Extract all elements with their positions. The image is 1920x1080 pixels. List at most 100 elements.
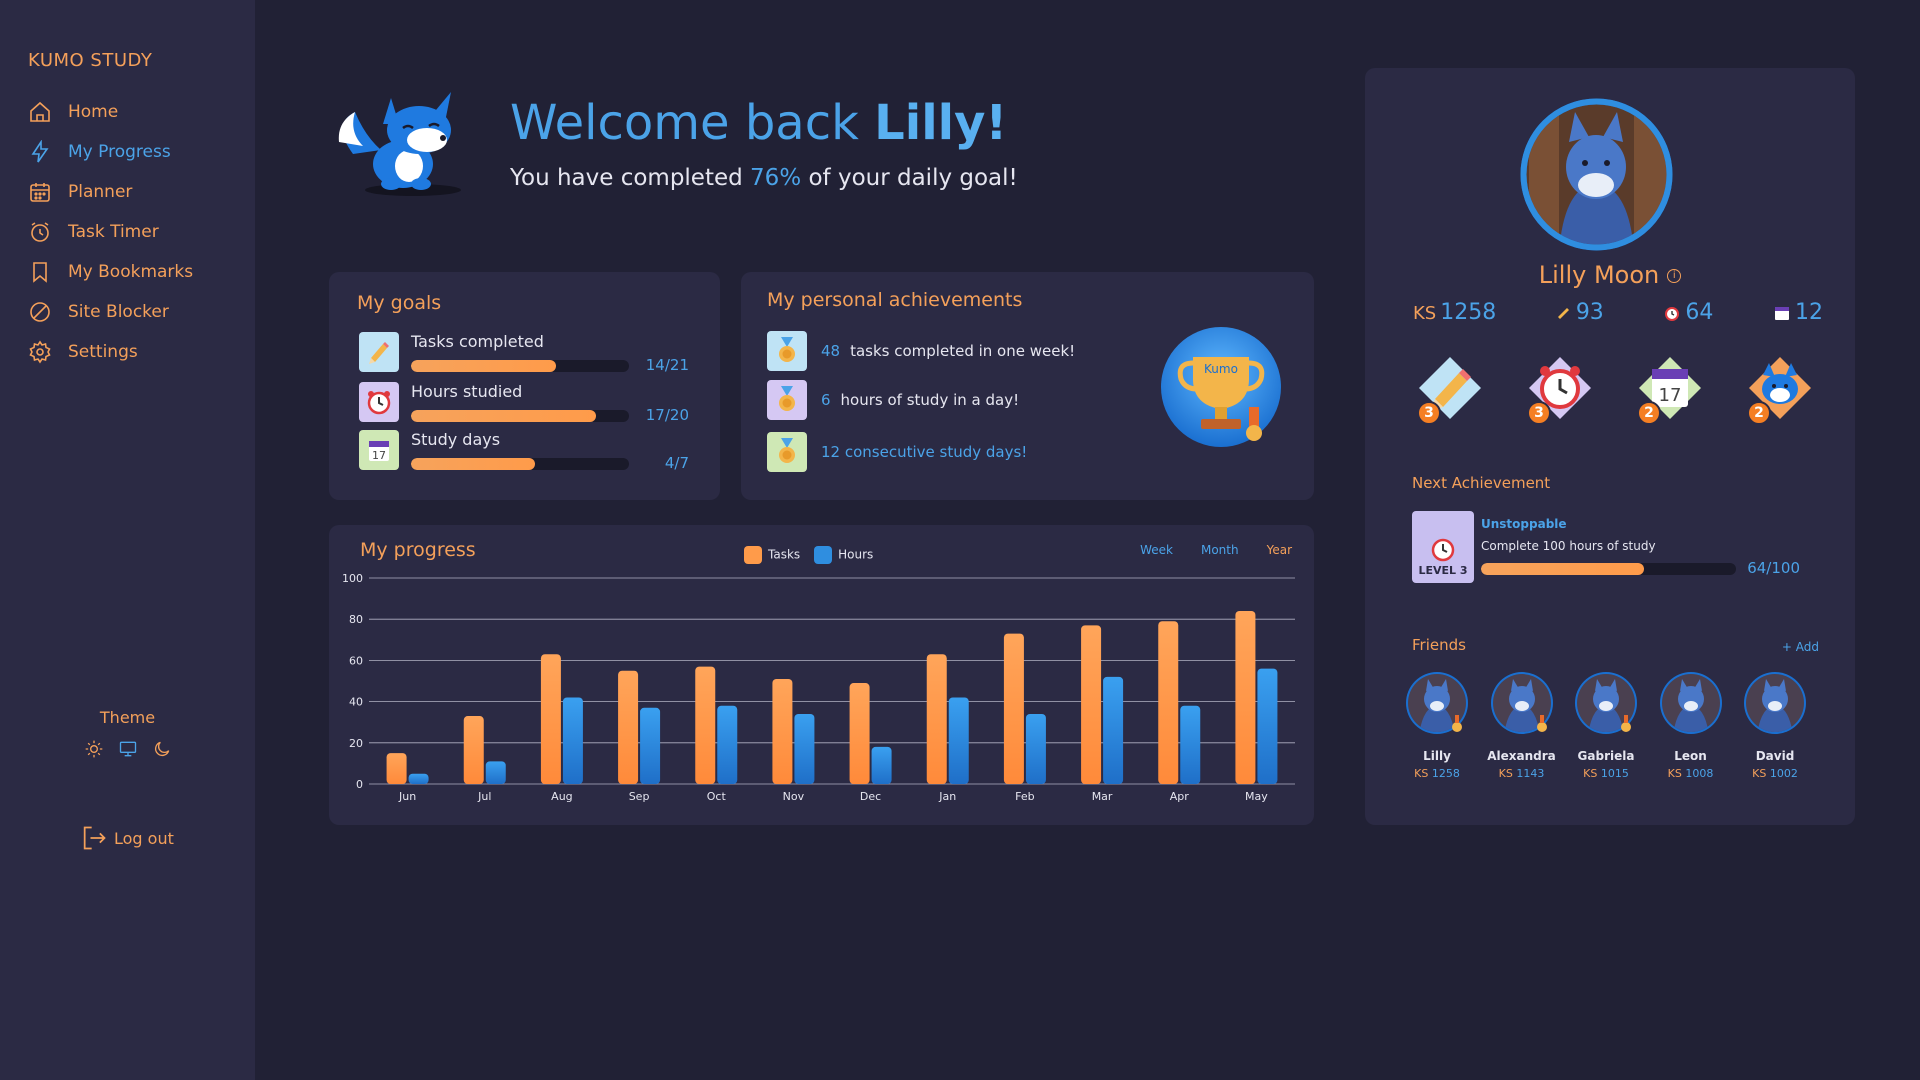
x-tick-label: Feb [1015,790,1034,803]
theme-switcher: Theme [0,708,255,761]
monitor-icon[interactable] [116,737,140,761]
next-achievement: LEVEL 3 Unstoppable Complete 100 hours o… [1412,511,1812,586]
sidebar-item-task-timer[interactable]: Task Timer [28,212,193,252]
achievement-number: 48 [821,342,841,360]
sidebar-item-settings[interactable]: Settings [28,332,193,372]
user-name: Lilly! [874,95,1008,151]
friend-name: Alexandra [1487,749,1556,763]
svg-text:17: 17 [372,449,386,462]
alarm-clock-icon [1665,307,1680,321]
bar-hours [948,697,969,784]
achievement-text: hours of study in a day! [840,391,1020,409]
friend-ks: KS 1258 [1414,767,1460,780]
add-friend-button[interactable]: + Add [1782,640,1819,654]
friend-ks: KS 1002 [1752,767,1798,780]
bar-hours [1025,713,1046,784]
bar-tasks [1235,610,1256,784]
friend-item[interactable]: Gabriela KS 1015 [1570,671,1642,780]
goal-progress-fill [411,360,557,372]
x-tick-label: Mar [1092,790,1113,803]
y-tick-label: 20 [349,737,363,750]
level-text: LEVEL 3 [1418,564,1468,577]
lightning-icon [31,140,49,163]
sun-icon[interactable] [82,737,106,761]
logout-label: Log out [114,828,174,848]
avatar [1575,672,1637,734]
sidebar-item-label: Task Timer [68,222,159,242]
home-icon [30,101,50,122]
goal-progress-fill [411,458,536,470]
sidebar-item-my-bookmarks[interactable]: My Bookmarks [28,252,193,292]
sidebar-item-home[interactable]: Home [28,92,193,132]
y-tick-label: 80 [349,613,363,626]
pencil-badge-icon[interactable]: 3 [1415,353,1485,425]
friend-ks: KS 1015 [1583,767,1629,780]
moon-icon[interactable] [150,737,174,761]
fox-badge-icon[interactable]: 2 [1745,353,1815,425]
goal-progress-fill [411,410,597,422]
goal-value: 14/21 [645,356,689,374]
bar-hours [640,707,661,784]
goal-row: 17 Study days 4/7 [359,430,689,472]
friend-name: Leon [1674,749,1707,763]
x-tick-label: Jun [398,790,416,803]
calendar-badge-icon[interactable]: 17 2 [1635,353,1705,425]
y-tick-label: 0 [356,778,363,791]
svg-text:17: 17 [1659,385,1682,406]
x-tick-label: Apr [1170,790,1190,803]
welcome-subtitle: You have completed 76% of your daily goa… [510,165,1018,191]
avatar [1406,672,1468,734]
sidebar-item-my-progress[interactable]: My Progress [28,132,193,172]
friend-item[interactable]: Leon KS 1008 [1655,671,1727,780]
y-tick-label: 40 [349,696,363,709]
calendar-icon [30,183,50,202]
bar-tasks [540,654,561,784]
goal-label: Tasks completed [411,332,544,351]
goals-card: My goals Tasks completed 14/21 Hours stu… [329,272,720,500]
logout-icon [83,826,106,850]
stat-ks: KS 1258 [1413,300,1497,325]
welcome-sub-prefix: You have completed [510,165,751,191]
theme-label: Theme [99,708,156,727]
bar-hours [562,697,583,784]
sidebar-item-label: Planner [68,182,133,202]
info-icon[interactable]: i [1667,269,1682,283]
stat-days: 12 [1773,300,1823,325]
friend-ks: KS 1143 [1498,767,1545,780]
y-tick-label: 100 [342,572,363,585]
calendar-icon [1774,307,1789,320]
friend-item[interactable]: Lilly KS 1258 [1401,671,1473,780]
sidebar: KUMO STUDY Home My Progress Planner Task… [0,0,255,1080]
bar-tasks [618,670,639,784]
bar-hours [1103,676,1124,784]
medal-icon [767,380,807,420]
profile-card: Lilly Moon i KS 1258 93 64 12 3 3 17 2 2 N… [1365,68,1855,825]
bar-tasks [772,678,793,784]
trophy-icon: Kumo [1161,327,1281,447]
logout-button[interactable]: Log out [80,824,174,852]
badge-count: 3 [1527,401,1551,425]
medal-icon [767,432,807,472]
avatar[interactable] [1519,97,1674,252]
welcome-sub-suffix: of your daily goal! [801,165,1018,191]
sidebar-nav: Home My Progress Planner Task Timer My B… [28,92,193,372]
clock-badge-icon[interactable]: 3 [1525,353,1595,425]
level-badge: LEVEL 3 [1412,511,1474,583]
friend-item[interactable]: David KS 1002 [1739,671,1811,780]
bar-tasks [1081,625,1102,784]
avatar [1744,672,1806,734]
next-achievement-progress-fill [1481,563,1645,575]
next-achievement-title: Unstoppable [1481,517,1567,531]
goal-label: Study days [411,430,501,449]
x-tick-label: Jan [938,790,956,803]
x-tick-label: May [1245,790,1268,803]
badge-row: 3 3 17 2 2 [1415,353,1815,425]
friend-item[interactable]: Alexandra KS 1143 [1486,671,1558,780]
bar-hours [871,746,892,784]
bookmark-icon [33,262,47,283]
gear-icon [29,340,51,364]
medal-icon [767,331,807,371]
sidebar-item-planner[interactable]: Planner [28,172,193,212]
profile-stats: KS 1258 93 64 12 [1413,300,1823,325]
sidebar-item-site-blocker[interactable]: Site Blocker [28,292,193,332]
